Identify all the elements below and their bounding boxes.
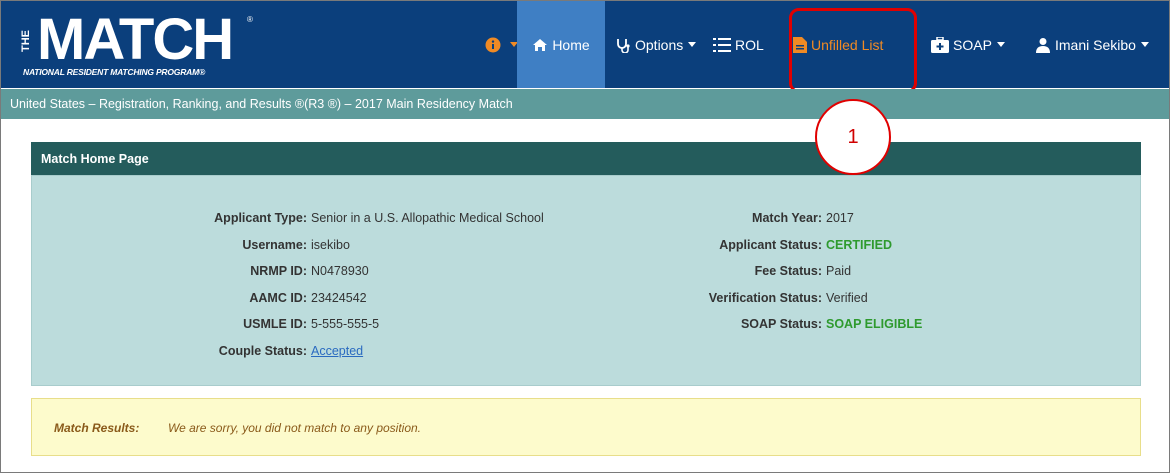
nav-soap[interactable]: SOAP <box>931 1 1005 88</box>
applicant-status-value: CERTIFIED <box>826 238 892 252</box>
couple-status-label: Couple Status: <box>218 344 307 358</box>
home-icon <box>532 38 548 52</box>
fee-status-label: Fee Status: <box>754 264 822 278</box>
chevron-down-icon <box>1140 42 1149 47</box>
match-results-message: We are sorry, you did not match to any p… <box>168 421 422 435</box>
fee-status-value: Paid <box>826 264 852 278</box>
match-results-alert: Match Results: We are sorry, you did not… <box>31 398 1141 456</box>
nav-home[interactable]: Home <box>517 1 605 88</box>
panel-body: Applicant Type: Senior in a U.S. Allopat… <box>31 175 1141 386</box>
match-logo[interactable]: THE MATCH ® NATIONAL RESIDENT MATCHING P… <box>20 7 257 83</box>
logo-subtitle: NATIONAL RESIDENT MATCHING PROGRAM® <box>23 67 206 77</box>
nav-user-label: Imani Sekibo <box>1055 36 1136 53</box>
user-icon <box>1035 37 1051 53</box>
match-results-label: Match Results: <box>54 421 140 435</box>
soap-status-label: SOAP Status: <box>740 317 822 331</box>
list-icon <box>713 37 731 53</box>
annotation-highlight-box <box>789 8 917 93</box>
nav-options-label: Options <box>635 36 684 53</box>
info-menu[interactable] <box>485 1 518 88</box>
medkit-icon <box>931 36 949 53</box>
soap-status-value: SOAP ELIGIBLE <box>826 317 923 331</box>
nav-options[interactable]: Options <box>615 1 697 88</box>
applicant-status-label: Applicant Status: <box>719 238 822 252</box>
chevron-down-icon <box>996 42 1005 47</box>
nav-rol[interactable]: ROL <box>713 1 764 88</box>
verification-status-label: Verification Status: <box>708 291 822 305</box>
nav-soap-label: SOAP <box>953 36 992 53</box>
match-year-value: 2017 <box>826 211 854 225</box>
annotation-callout: 1 <box>815 99 891 175</box>
stethoscope-icon <box>615 37 631 53</box>
verification-status-value: Verified <box>826 291 868 305</box>
app-frame: THE MATCH ® NATIONAL RESIDENT MATCHING P… <box>0 0 1170 473</box>
match-year-label: Match Year: <box>752 211 822 225</box>
nav-rol-label: ROL <box>735 36 764 53</box>
logo-reg: ® <box>247 15 253 24</box>
info-circle-icon <box>485 37 501 53</box>
top-navbar: THE MATCH ® NATIONAL RESIDENT MATCHING P… <box>1 1 1169 88</box>
breadcrumb: United States – Registration, Ranking, a… <box>1 89 1169 119</box>
logo-word: MATCH <box>37 7 234 72</box>
nav-user-menu[interactable]: Imani Sekibo <box>1035 1 1149 88</box>
logo-the: THE <box>20 30 32 52</box>
chevron-down-icon <box>688 42 697 47</box>
panel-title: Match Home Page <box>31 142 1141 175</box>
nav-home-label: Home <box>552 36 590 53</box>
couple-status-link[interactable]: Accepted <box>311 344 363 358</box>
